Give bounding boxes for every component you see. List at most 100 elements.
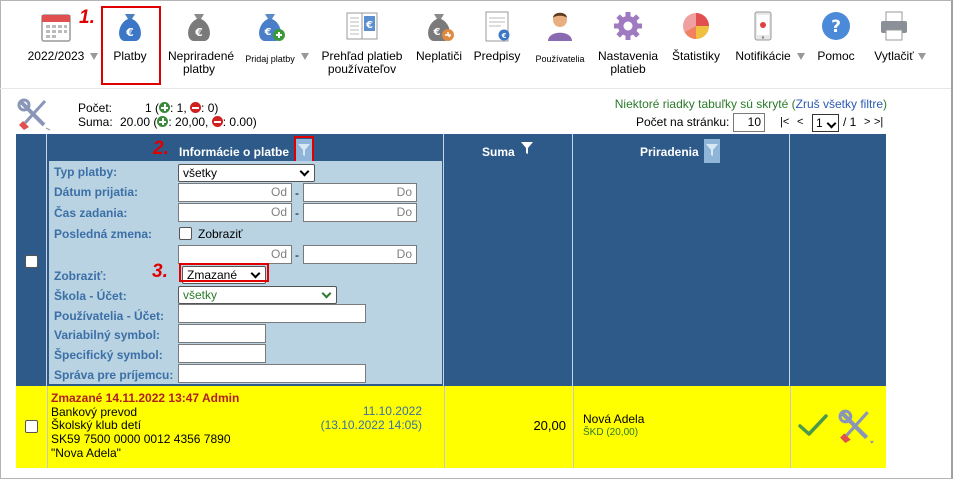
- phone-notification-icon: [754, 11, 772, 41]
- add-payments-dropdown-icon[interactable]: [301, 53, 309, 60]
- help-icon: ?: [822, 12, 850, 40]
- message-input[interactable]: [178, 364, 366, 383]
- sum-filter-icon[interactable]: [520, 141, 534, 155]
- svg-text:€: €: [365, 20, 373, 31]
- payment-overview-icon: €: [346, 12, 378, 40]
- debtors-button[interactable]: € Neplatiči: [412, 8, 466, 78]
- show-label: Zobraziť:: [54, 269, 107, 283]
- specific-symbol-input[interactable]: [178, 344, 266, 363]
- last-change-show-label: Zobraziť: [198, 227, 243, 241]
- sum-summary: 20.00 (: 20,00, : 0.00): [120, 115, 257, 129]
- assign-column-title: Priradenia: [640, 145, 699, 159]
- debtors-label: Neplatiči: [415, 49, 463, 63]
- step1-highlight: [101, 6, 161, 85]
- checkmark-icon[interactable]: [798, 413, 828, 437]
- sum-column-title: Suma: [482, 145, 515, 159]
- notifications-label: Notifikácie: [735, 49, 791, 63]
- payment-amount: 20,00: [533, 418, 566, 433]
- received-date-to-input[interactable]: Do: [303, 183, 417, 202]
- clear-filters-link[interactable]: Zruš všetky filtre: [796, 97, 883, 111]
- sum-value: 20.00 (: [120, 115, 158, 129]
- last-change-show-checkbox[interactable]: [179, 227, 192, 240]
- assign-filter-icon: [706, 144, 718, 156]
- unassigned-payments-button[interactable]: € Nepriradené platby: [164, 8, 234, 78]
- step3-number: 3.: [152, 261, 168, 282]
- table-row[interactable]: Zmazané 14.11.2022 13:47 Admin Bankový p…: [16, 386, 886, 468]
- notifications-dropdown-icon[interactable]: [797, 53, 805, 60]
- next-page-link[interactable]: >: [864, 116, 870, 128]
- school-year-label: 2022/2023: [27, 49, 85, 63]
- users-account-label: Používatelia - Účet:: [54, 309, 165, 323]
- step2-number: 2.: [153, 138, 169, 159]
- hidden-rows-text: Niektoré riadky tabuľky sú skryté (: [614, 97, 796, 111]
- toolbar-divider: [0, 88, 951, 89]
- payment-settings-button[interactable]: Nastavenia platieb: [592, 8, 664, 78]
- gear-icon: [614, 12, 642, 40]
- svg-text:€: €: [433, 27, 441, 38]
- count-value: 1 (: [145, 101, 160, 115]
- last-change-from-input[interactable]: Od: [178, 245, 292, 264]
- sum-column-header: Suma: [444, 134, 573, 386]
- payments-table: Informácie o platbe Suma Priradenia 2. T…: [16, 134, 886, 468]
- time-range-dash: -: [295, 206, 299, 220]
- last-page-link[interactable]: >|: [874, 116, 883, 128]
- notifications-button[interactable]: Notifikácie: [730, 8, 796, 78]
- assign-filter-button[interactable]: [704, 139, 720, 163]
- hidden-rows-note: Niektoré riadky tabuľky sú skryté (Zruš …: [615, 97, 887, 111]
- first-page-link[interactable]: |<: [780, 116, 789, 128]
- print-button[interactable]: Vytlačiť: [866, 8, 922, 78]
- received-date-label: Dátum prijatia:: [54, 185, 139, 199]
- minus-icon: [211, 116, 223, 127]
- school-account-select[interactable]: všetky: [178, 286, 337, 304]
- entered-time-label: Čas zadania:: [54, 206, 128, 220]
- page-select[interactable]: 1: [812, 114, 839, 132]
- users-label: Používatelia: [535, 54, 585, 64]
- help-label: Pomoc: [817, 49, 855, 63]
- tools-icon[interactable]: [16, 97, 52, 131]
- change-range-dash: -: [295, 248, 299, 262]
- step3-highlight: [179, 263, 269, 282]
- money-bag-unassigned-icon: €: [188, 14, 210, 41]
- toolbar: 2022/2023 € Platby 1. € Nepriradené plat…: [0, 0, 951, 88]
- payment-settings-label: Nastavenia platieb: [598, 49, 659, 76]
- row-checkbox[interactable]: [25, 420, 38, 433]
- actions-column-header: [790, 134, 886, 386]
- assigned-detail: ŠKD (20,00): [583, 427, 639, 438]
- school-year-dropdown-icon[interactable]: [90, 53, 98, 60]
- statistics-button[interactable]: Štatistiky: [668, 8, 724, 78]
- pie-chart-icon: [683, 13, 709, 39]
- prescriptions-button[interactable]: € Predpisy: [470, 8, 524, 78]
- sum-minus-value: : 0.00): [222, 115, 257, 129]
- prescription-document-icon: €: [485, 11, 510, 42]
- payment-club: Školský klub detí: [51, 418, 142, 432]
- step2-highlight: [294, 136, 314, 164]
- assigned-user: Nová Adela: [583, 412, 645, 426]
- per-page-label: Počet na stránku:: [636, 115, 730, 129]
- row-tools-icon[interactable]: [836, 408, 876, 444]
- help-button[interactable]: ? Pomoc: [810, 8, 862, 78]
- select-all-checkbox[interactable]: [25, 255, 38, 268]
- per-page-input[interactable]: 10: [733, 113, 765, 132]
- entered-time-from-input[interactable]: Od: [178, 203, 292, 222]
- received-date-from-input[interactable]: Od: [178, 183, 292, 202]
- prev-page-link[interactable]: <: [797, 116, 803, 128]
- row-divider: [573, 386, 574, 468]
- payment-overview-button[interactable]: € Prehľad platieb používateľov: [314, 8, 410, 78]
- print-dropdown-icon[interactable]: [918, 53, 926, 60]
- row-divider: [790, 386, 791, 468]
- money-bag-add-icon: €: [259, 14, 285, 41]
- count-label: Počet:: [78, 101, 113, 115]
- plus-icon: [157, 116, 169, 127]
- payment-type-select[interactable]: všetky: [178, 164, 315, 182]
- last-change-to-input[interactable]: Do: [303, 245, 417, 264]
- users-account-input[interactable]: [178, 304, 366, 323]
- entered-time-to-input[interactable]: Do: [303, 203, 417, 222]
- minus-icon: [190, 102, 202, 113]
- print-label: Vytlačiť: [874, 49, 914, 63]
- date-range-dash: -: [295, 186, 299, 200]
- svg-text:?: ?: [831, 17, 841, 37]
- add-payments-button[interactable]: € Pridaj platby: [240, 8, 300, 78]
- variable-symbol-input[interactable]: [178, 324, 266, 343]
- payer-name: "Nova Adela": [51, 446, 121, 460]
- users-button[interactable]: Používatelia: [530, 8, 590, 78]
